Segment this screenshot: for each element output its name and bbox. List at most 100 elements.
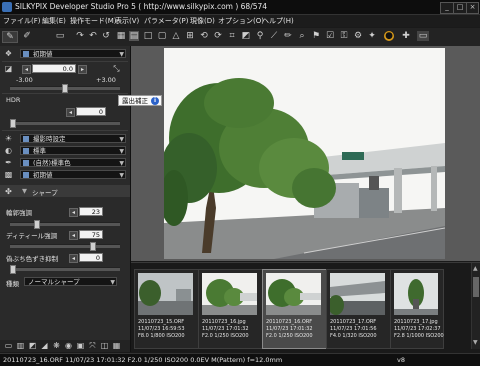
zoom-icon[interactable]: ⌕	[297, 31, 307, 41]
hdr-value-field[interactable]: 0	[76, 107, 106, 116]
distortion-icon[interactable]: ▣	[76, 341, 85, 350]
exposure-value-field[interactable]: 0.0	[32, 64, 76, 73]
tag-icon[interactable]: ⚙	[353, 31, 363, 41]
lock-icon[interactable]: ⚿	[339, 31, 349, 41]
check-icon[interactable]: ☑	[325, 31, 335, 41]
thumbnail-card[interactable]: 20110723_16.jpg 11/07/23 17:01:32 F2.0 1…	[198, 269, 263, 349]
redo-icon[interactable]: ↷	[75, 31, 85, 41]
wb-preset-select[interactable]: 初期値 ▼	[20, 49, 126, 58]
stamp-icon[interactable]: ⚑	[311, 31, 321, 41]
warning-icon[interactable]: △	[171, 31, 181, 41]
detail-slider-thumb[interactable]	[90, 242, 96, 251]
thumbnail-scrollbar[interactable]: ▲ ▼	[471, 263, 480, 349]
minimize-button[interactable]: _	[440, 2, 454, 14]
crop-icon[interactable]: ⌗	[227, 31, 237, 41]
menu-view[interactable]: 表示(V)	[115, 16, 139, 26]
preview-image[interactable]	[164, 48, 445, 259]
noise-preset-select[interactable]: 初期値 ▼	[20, 170, 126, 179]
collapse-icon[interactable]: ▼	[22, 187, 27, 195]
false-color-decrement-button[interactable]: ◂	[69, 254, 78, 263]
outline-decrement-button[interactable]: ◂	[69, 208, 78, 217]
contrast-icon: ◐	[5, 146, 12, 155]
filmstrip-view-icon[interactable]: ▤	[129, 31, 139, 41]
noise-row: ▩ 初期値 ▼	[0, 169, 130, 180]
thumbnail-card-selected[interactable]: 20110723_16.ORF 11/07/23 17:01:32 F2.0 1…	[262, 269, 327, 349]
detail-decrement-button[interactable]: ◂	[69, 231, 78, 240]
thumbnail-card[interactable]: 20110723_17.jpg 11/07/23 17:02:37 F2.8 1…	[390, 269, 444, 349]
maximize-button[interactable]: □	[453, 2, 467, 14]
thumbnail-image	[202, 273, 257, 315]
comment-icon[interactable]: ▭	[4, 341, 13, 350]
thumbnail-filename: 20110723_17.ORF	[330, 319, 377, 325]
tilt-icon[interactable]: ⟋	[269, 31, 279, 41]
layers-icon[interactable]: ▦	[112, 341, 121, 350]
single-view-icon[interactable]: □	[143, 31, 153, 41]
menu-edit[interactable]: 編集(E)	[42, 16, 66, 26]
sharp-type-select[interactable]: ノーマルシャープ ▼	[24, 277, 117, 286]
bookmark-icon[interactable]: ▥	[16, 341, 25, 350]
scroll-down-icon[interactable]: ▼	[473, 339, 479, 347]
transform-icon[interactable]: ⤧	[88, 341, 97, 350]
exposure-decrement-button[interactable]: ◂	[22, 65, 31, 74]
color-preset-select[interactable]: (自然)標準色 ▼	[20, 158, 126, 167]
exposure-slider-thumb[interactable]	[62, 84, 68, 93]
menu-develop[interactable]: 現像(D)	[190, 16, 215, 26]
rotate-right-icon[interactable]: ⟳	[213, 31, 223, 41]
spot-icon[interactable]: ◩	[241, 31, 251, 41]
tone-preset-select[interactable]: 撮影時設定 ▼	[20, 134, 126, 143]
plugin-icon[interactable]: ✚	[401, 31, 411, 41]
scroll-up-icon[interactable]: ▲	[473, 265, 479, 273]
hsl-icon[interactable]: ❋	[52, 341, 61, 350]
hdr-decrement-button[interactable]: ◂	[66, 108, 75, 117]
brush-icon[interactable]: ✐	[20, 31, 34, 41]
outline-slider-track[interactable]	[10, 222, 120, 226]
exposure-icon: ◪	[4, 64, 13, 73]
shading-icon[interactable]: ◫	[100, 341, 109, 350]
menu-help[interactable]: ヘルプ(H)	[262, 16, 294, 26]
pen-icon[interactable]: ✏	[283, 31, 293, 41]
auto-exposure-icon[interactable]: ⤡	[112, 64, 121, 73]
wrench-icon[interactable]: ✎	[2, 31, 18, 43]
thumbnail-card[interactable]: 20110723_15.ORF 11/07/23 16:59:53 F8.0 1…	[134, 269, 199, 349]
tone-curve-icon[interactable]: ◢	[40, 341, 49, 350]
rotate-left-icon[interactable]: ⟲	[199, 31, 209, 41]
open-folder-icon[interactable]: ▭	[55, 31, 65, 41]
detail-slider-track[interactable]	[10, 244, 120, 248]
thumbnail-date: 11/07/23 17:01:32	[202, 326, 249, 332]
lens-icon[interactable]: ◉	[64, 341, 73, 350]
detail-value-field[interactable]: 75	[79, 230, 103, 239]
hdr-slider-thumb[interactable]	[10, 119, 16, 128]
false-color-value-field[interactable]: 0	[79, 253, 103, 262]
outline-value-field[interactable]: 23	[79, 207, 103, 216]
menu-bar: ファイル(F) 編集(E) 操作モード(M) 表示(V) パラメータ(P) 現像…	[0, 15, 480, 27]
undo-icon[interactable]: ↶	[88, 31, 98, 41]
monitor-icon[interactable]: ▭	[417, 31, 429, 41]
compare-view-icon[interactable]: ▢	[157, 31, 167, 41]
thumbnail-image	[330, 273, 385, 315]
bulb-icon[interactable]: ✦	[367, 31, 377, 41]
thumbnail-exif: F8.0 1/800 ISO200	[138, 333, 185, 339]
false-color-slider-thumb[interactable]	[10, 265, 16, 274]
scrollbar-thumb[interactable]	[473, 277, 479, 297]
outline-slider-thumb[interactable]	[34, 220, 40, 229]
menu-parameter[interactable]: パラメータ(P)	[144, 16, 188, 26]
exposure-increment-button[interactable]: ▸	[78, 65, 87, 74]
menu-file[interactable]: ファイル(F)	[3, 16, 41, 26]
tone-icon: ☀	[4, 134, 13, 143]
sharp-section-header[interactable]: ✤ ▼ シャープ	[0, 185, 130, 197]
exposure-max-label: +3.00	[96, 76, 116, 84]
pipette-icon[interactable]: ⚲	[255, 31, 265, 41]
contrast-preset-select[interactable]: 標準 ▼	[20, 146, 126, 155]
fit-icon[interactable]: ⊞	[185, 31, 195, 41]
close-button[interactable]: ×	[466, 2, 479, 14]
grid-view-icon[interactable]: ▦	[116, 31, 126, 41]
develop-icon[interactable]: ●	[384, 31, 394, 41]
photo-scene	[164, 48, 445, 259]
thumbnail-card[interactable]: 20110723_17.ORF 11/07/23 17:01:56 F4.0 1…	[326, 269, 391, 349]
hdr-slider-track[interactable]	[10, 121, 120, 125]
menu-mode[interactable]: 操作モード(M)	[70, 16, 117, 26]
false-color-slider-track[interactable]	[10, 267, 120, 271]
menu-option[interactable]: オプション(O)	[218, 16, 264, 26]
histogram-icon[interactable]: ◩	[28, 341, 37, 350]
undo-all-icon[interactable]: ↺	[101, 31, 111, 41]
